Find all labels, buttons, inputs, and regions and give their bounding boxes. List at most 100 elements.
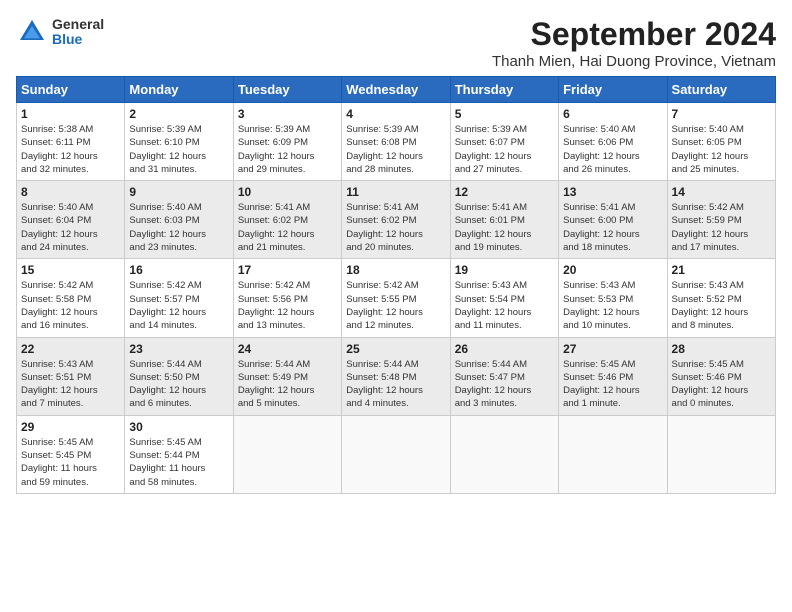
- day-number: 18: [346, 263, 445, 277]
- calendar-cell: 1Sunrise: 5:38 AMSunset: 6:11 PMDaylight…: [17, 103, 125, 181]
- day-info: Sunset: 5:46 PM: [563, 371, 662, 384]
- day-info: Sunset: 5:47 PM: [455, 371, 554, 384]
- day-info: Sunset: 5:57 PM: [129, 293, 228, 306]
- day-info: Sunset: 6:11 PM: [21, 136, 120, 149]
- day-info: Sunrise: 5:44 AM: [238, 358, 337, 371]
- day-info: and 32 minutes.: [21, 163, 120, 176]
- day-info: Sunset: 6:03 PM: [129, 214, 228, 227]
- week-row-5: 29Sunrise: 5:45 AMSunset: 5:45 PMDayligh…: [17, 415, 776, 493]
- calendar-cell: 22 Sunrise: 5:43 AMSunset: 5:51 PMDayligh…: [17, 337, 125, 415]
- day-number: 11: [346, 185, 445, 199]
- page-header: General Blue September 2024 Thanh Mien, …: [16, 16, 776, 70]
- day-info: Sunset: 5:53 PM: [563, 293, 662, 306]
- day-info: Sunrise: 5:41 AM: [455, 201, 554, 214]
- day-info: Sunset: 6:09 PM: [238, 136, 337, 149]
- day-info: Sunrise: 5:40 AM: [563, 123, 662, 136]
- calendar-cell: 10Sunrise: 5:41 AMSunset: 6:02 PMDayligh…: [233, 181, 341, 259]
- day-info: Sunset: 6:08 PM: [346, 136, 445, 149]
- day-number: 23: [129, 342, 228, 356]
- day-info: Sunrise: 5:39 AM: [455, 123, 554, 136]
- calendar-table: SundayMondayTuesdayWednesdayThursdayFrid…: [16, 76, 776, 494]
- day-number: 29: [21, 420, 120, 434]
- day-info: Daylight: 11 hours: [21, 462, 120, 475]
- week-row-2: 8Sunrise: 5:40 AMSunset: 6:04 PMDaylight…: [17, 181, 776, 259]
- calendar-cell: 3Sunrise: 5:39 AMSunset: 6:09 PMDaylight…: [233, 103, 341, 181]
- calendar-cell: [342, 415, 450, 493]
- day-info: Sunset: 6:01 PM: [455, 214, 554, 227]
- day-info: Daylight: 12 hours: [21, 384, 120, 397]
- day-info: Daylight: 12 hours: [346, 150, 445, 163]
- calendar-cell: 13Sunrise: 5:41 AMSunset: 6:00 PMDayligh…: [559, 181, 667, 259]
- day-info: and 31 minutes.: [129, 163, 228, 176]
- day-info: and 4 minutes.: [346, 397, 445, 410]
- day-info: Sunset: 6:00 PM: [563, 214, 662, 227]
- calendar-cell: 20Sunrise: 5:43 AMSunset: 5:53 PMDayligh…: [559, 259, 667, 337]
- calendar-cell: 27Sunrise: 5:45 AMSunset: 5:46 PMDayligh…: [559, 337, 667, 415]
- day-number: 22: [21, 342, 120, 356]
- day-info: and 59 minutes.: [21, 476, 120, 489]
- day-info: Sunset: 5:45 PM: [21, 449, 120, 462]
- day-info: Daylight: 12 hours: [21, 150, 120, 163]
- day-info: and 12 minutes.: [346, 319, 445, 332]
- day-number: 9: [129, 185, 228, 199]
- day-info: Sunset: 5:55 PM: [346, 293, 445, 306]
- day-info: and 21 minutes.: [238, 241, 337, 254]
- day-info: Sunset: 5:46 PM: [672, 371, 771, 384]
- day-info: and 20 minutes.: [346, 241, 445, 254]
- day-info: Daylight: 12 hours: [346, 384, 445, 397]
- logo-general: General: [52, 17, 104, 32]
- day-info: and 58 minutes.: [129, 476, 228, 489]
- day-info: Daylight: 12 hours: [346, 228, 445, 241]
- calendar-cell: 28Sunrise: 5:45 AMSunset: 5:46 PMDayligh…: [667, 337, 775, 415]
- calendar-cell: 21Sunrise: 5:43 AMSunset: 5:52 PMDayligh…: [667, 259, 775, 337]
- day-number: 3: [238, 107, 337, 121]
- calendar-cell: [450, 415, 558, 493]
- day-info: Sunrise: 5:40 AM: [129, 201, 228, 214]
- header-wednesday: Wednesday: [342, 77, 450, 103]
- calendar-cell: 2Sunrise: 5:39 AMSunset: 6:10 PMDaylight…: [125, 103, 233, 181]
- day-number: 21: [672, 263, 771, 277]
- calendar-cell: 25Sunrise: 5:44 AMSunset: 5:48 PMDayligh…: [342, 337, 450, 415]
- calendar-cell: [233, 415, 341, 493]
- logo-icon: [16, 16, 48, 48]
- day-info: Daylight: 12 hours: [129, 384, 228, 397]
- day-info: Sunset: 5:51 PM: [21, 371, 120, 384]
- day-info: and 8 minutes.: [672, 319, 771, 332]
- calendar-cell: 18Sunrise: 5:42 AMSunset: 5:55 PMDayligh…: [342, 259, 450, 337]
- day-info: and 27 minutes.: [455, 163, 554, 176]
- day-number: 10: [238, 185, 337, 199]
- day-info: and 16 minutes.: [21, 319, 120, 332]
- day-info: Sunrise: 5:42 AM: [346, 279, 445, 292]
- day-info: Sunrise: 5:44 AM: [129, 358, 228, 371]
- day-info: and 7 minutes.: [21, 397, 120, 410]
- calendar-cell: 9Sunrise: 5:40 AMSunset: 6:03 PMDaylight…: [125, 181, 233, 259]
- title-area: September 2024 Thanh Mien, Hai Duong Pro…: [492, 16, 776, 70]
- logo: General Blue: [16, 16, 104, 48]
- day-number: 7: [672, 107, 771, 121]
- day-info: Sunrise: 5:45 AM: [563, 358, 662, 371]
- day-info: Sunrise: 5:44 AM: [455, 358, 554, 371]
- day-info: Sunset: 6:02 PM: [346, 214, 445, 227]
- day-number: 6: [563, 107, 662, 121]
- day-info: and 13 minutes.: [238, 319, 337, 332]
- day-info: Sunset: 6:10 PM: [129, 136, 228, 149]
- day-number: 8: [21, 185, 120, 199]
- header-monday: Monday: [125, 77, 233, 103]
- header-row: SundayMondayTuesdayWednesdayThursdayFrid…: [17, 77, 776, 103]
- day-info: Daylight: 11 hours: [129, 462, 228, 475]
- day-number: 5: [455, 107, 554, 121]
- day-info: Sunset: 5:44 PM: [129, 449, 228, 462]
- calendar-cell: 8Sunrise: 5:40 AMSunset: 6:04 PMDaylight…: [17, 181, 125, 259]
- day-number: 14: [672, 185, 771, 199]
- day-info: and 28 minutes.: [346, 163, 445, 176]
- day-info: Sunset: 5:50 PM: [129, 371, 228, 384]
- day-info: Sunset: 5:58 PM: [21, 293, 120, 306]
- day-info: Daylight: 12 hours: [672, 228, 771, 241]
- day-info: Sunrise: 5:43 AM: [21, 358, 120, 371]
- day-info: Daylight: 12 hours: [672, 150, 771, 163]
- day-number: 4: [346, 107, 445, 121]
- day-info: Sunrise: 5:42 AM: [238, 279, 337, 292]
- calendar-cell: 30Sunrise: 5:45 AMSunset: 5:44 PMDayligh…: [125, 415, 233, 493]
- day-info: Sunrise: 5:41 AM: [238, 201, 337, 214]
- calendar-cell: 11Sunrise: 5:41 AMSunset: 6:02 PMDayligh…: [342, 181, 450, 259]
